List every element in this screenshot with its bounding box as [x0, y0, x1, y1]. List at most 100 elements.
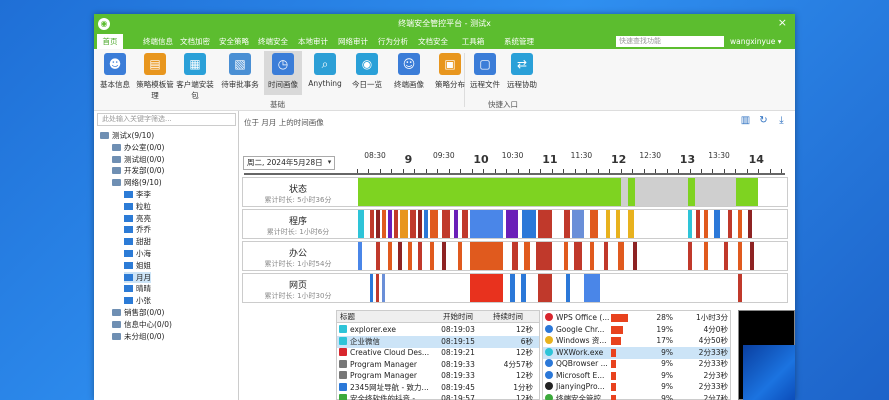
table-row[interactable]: Windows 资... 17% 4分50秒: [543, 335, 730, 347]
menu-item[interactable]: 终端安全: [254, 34, 292, 49]
column-header[interactable]: 持续时间: [477, 311, 539, 323]
tree-node[interactable]: 晴晴: [124, 283, 151, 294]
activity-segment[interactable]: [616, 210, 620, 238]
activity-segment[interactable]: [388, 242, 392, 270]
activity-segment[interactable]: [358, 178, 621, 206]
activity-segment[interactable]: [564, 210, 570, 238]
tree-filter-input[interactable]: 此处输入关键字筛选...: [97, 113, 236, 126]
activity-segment[interactable]: [688, 210, 692, 238]
lane-track[interactable]: [358, 210, 788, 238]
activity-segment[interactable]: [430, 210, 438, 238]
activity-segment[interactable]: [470, 242, 503, 270]
activity-segment[interactable]: [688, 242, 692, 270]
ribbon-button[interactable]: ▣ 策略分布: [431, 51, 469, 95]
lane-track[interactable]: [358, 242, 788, 270]
table-row[interactable]: Program Manager 08:19:33 12秒: [337, 370, 539, 382]
tree-node[interactable]: 网络(9/10): [112, 177, 162, 188]
activity-segment[interactable]: [376, 242, 380, 270]
activity-segment[interactable]: [408, 242, 412, 270]
ribbon-button[interactable]: ⇄ 远程协助: [503, 51, 541, 95]
activity-segment[interactable]: [635, 178, 688, 206]
activity-segment[interactable]: [590, 210, 598, 238]
ribbon-button[interactable]: ▢ 远程文件: [466, 51, 504, 95]
activity-segment[interactable]: [538, 274, 552, 302]
activity-segment[interactable]: [376, 210, 380, 238]
close-icon[interactable]: ×: [778, 16, 787, 29]
ribbon-button[interactable]: ☺ 终端画像: [390, 51, 428, 95]
tree-node[interactable]: 测试x(9/10): [100, 130, 154, 141]
table-row[interactable]: 2345网址导航 - 致力... 08:19:45 1分秒: [337, 382, 539, 394]
activity-segment[interactable]: [714, 210, 720, 238]
activity-segment[interactable]: [521, 274, 526, 302]
activity-segment[interactable]: [358, 210, 364, 238]
menu-item[interactable]: 文档加密: [176, 34, 214, 49]
activity-segment[interactable]: [738, 210, 742, 238]
activity-segment[interactable]: [590, 242, 594, 270]
activity-segment[interactable]: [418, 242, 422, 270]
tree-node[interactable]: 办公室(0/0): [112, 142, 164, 153]
menu-item[interactable]: 首页: [97, 34, 123, 49]
table-row[interactable]: WPS Office (... 28% 1小时3分: [543, 312, 730, 324]
activity-segment[interactable]: [442, 242, 446, 270]
tree-node[interactable]: 姐姐: [124, 260, 151, 271]
user-menu[interactable]: wangxinyue ▾: [730, 34, 781, 49]
tree-node[interactable]: 小张: [124, 295, 151, 306]
lane-track[interactable]: [358, 274, 788, 302]
tree-node[interactable]: 信息中心(0/0): [112, 319, 172, 330]
activity-segment[interactable]: [695, 178, 736, 206]
activity-segment[interactable]: [704, 210, 708, 238]
activity-segment[interactable]: [510, 274, 515, 302]
table-row[interactable]: Google Chr... 19% 4分0秒: [543, 324, 730, 336]
activity-segment[interactable]: [512, 242, 518, 270]
activity-segment[interactable]: [584, 274, 600, 302]
tree-node[interactable]: 月月: [124, 271, 151, 283]
activity-segment[interactable]: [388, 210, 392, 238]
menu-item[interactable]: 文档安全: [414, 34, 452, 49]
tree-node[interactable]: 粒粒: [124, 201, 151, 212]
activity-segment[interactable]: [618, 242, 624, 270]
activity-segment[interactable]: [470, 274, 503, 302]
menu-item[interactable]: 安全策略: [216, 34, 252, 49]
ribbon-button[interactable]: ◷ 时间画像: [264, 51, 302, 95]
activity-segment[interactable]: [696, 210, 700, 238]
activity-segment[interactable]: [688, 178, 695, 206]
activity-segment[interactable]: [358, 242, 362, 270]
ribbon-button[interactable]: ▤ 策略模板管理: [136, 51, 174, 100]
table-row[interactable]: WXWork.exe 9% 2分33秒: [543, 346, 730, 359]
ribbon-button[interactable]: ☻ 基本信息: [96, 51, 134, 95]
tree-node[interactable]: 乔乔: [124, 224, 151, 235]
activity-segment[interactable]: [748, 210, 752, 238]
table-row[interactable]: explorer.exe 08:19:03 12秒: [337, 324, 539, 336]
function-search-input[interactable]: 快速查找功能: [616, 36, 724, 47]
tree-node[interactable]: 李李: [124, 189, 151, 200]
activity-segment[interactable]: [538, 210, 552, 238]
activity-segment[interactable]: [454, 210, 458, 238]
table-row[interactable]: 安全终软件的抖音 - ... 08:19:57 12秒: [337, 393, 539, 400]
activity-segment[interactable]: [628, 178, 635, 206]
activity-segment[interactable]: [382, 210, 386, 238]
activity-segment[interactable]: [628, 210, 634, 238]
table-row[interactable]: Microsoft E... 9% 2分3秒: [543, 370, 730, 382]
ribbon-button[interactable]: ⌕ Anything: [306, 51, 344, 95]
activity-segment[interactable]: [524, 242, 530, 270]
activity-segment[interactable]: [736, 178, 758, 206]
lane-track[interactable]: [358, 178, 788, 206]
tree-node[interactable]: 开发部(0/0): [112, 165, 164, 176]
activity-segment[interactable]: [470, 210, 503, 238]
ribbon-button[interactable]: ◉ 今日一览: [348, 51, 386, 95]
tree-node[interactable]: 小海: [124, 248, 151, 259]
activity-segment[interactable]: [400, 210, 408, 238]
column-header[interactable]: 开始时间: [439, 311, 477, 323]
table-row[interactable]: JianyingPro... 9% 2分33秒: [543, 381, 730, 393]
activity-segment[interactable]: [418, 210, 422, 238]
table-row[interactable]: 终端安全管控... 9% 2分7秒: [543, 393, 730, 400]
menu-item[interactable]: 本地审计: [294, 34, 332, 49]
table-row[interactable]: QQBrowser ... 9% 2分33秒: [543, 358, 730, 370]
activity-segment[interactable]: [604, 242, 608, 270]
activity-segment[interactable]: [738, 274, 742, 302]
activity-segment[interactable]: [522, 210, 536, 238]
column-header[interactable]: 标题: [337, 311, 439, 323]
table-row[interactable]: Program Manager 08:19:33 4分57秒: [337, 359, 539, 371]
activity-segment[interactable]: [506, 210, 518, 238]
activity-segment[interactable]: [458, 242, 462, 270]
